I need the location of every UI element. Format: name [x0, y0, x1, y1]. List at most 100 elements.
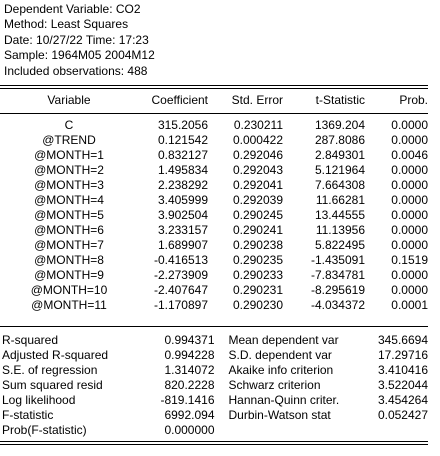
dependent-variable: Dependent Variable: CO2 — [4, 2, 141, 16]
std-error-value: 0.230211 — [233, 118, 283, 132]
t-statistic-value: 5.121964 — [314, 163, 365, 177]
table-row: @MONTH=7 1.689907 0.290238 5.822495 0.0000 — [0, 238, 428, 253]
stat-value: 820.2228 — [164, 378, 215, 392]
variable-name: @MONTH=9 — [34, 268, 104, 282]
stat-label: Schwarz criterion — [228, 378, 321, 392]
variable-name: @MONTH=2 — [34, 163, 104, 177]
variable-name: @MONTH=4 — [34, 193, 104, 207]
coefficient-value: 0.832127 — [157, 148, 208, 162]
std-error-value: 0.290241 — [232, 223, 283, 237]
stat-label: R-squared — [2, 333, 59, 347]
std-error-value: 0.290231 — [232, 283, 283, 297]
stat-label: Sum squared resid — [2, 378, 103, 392]
coefficient-value: -2.407647 — [153, 283, 208, 297]
stat-value: -819.1416 — [160, 393, 215, 407]
stat-label: Hannan-Quinn criter. — [228, 393, 340, 407]
stat-label: S.D. dependent var — [228, 348, 332, 362]
t-statistic-value: 5.822495 — [314, 238, 365, 252]
coefficient-value: 3.233157 — [157, 223, 208, 237]
prob-value: 0.0000 — [391, 238, 428, 252]
table-row: @MONTH=9 -2.273909 0.290233 -7.834781 0.0000 — [0, 268, 428, 283]
variable-name: @MONTH=10 — [30, 283, 108, 297]
stat-value: 0.994228 — [164, 348, 215, 362]
table-row: @MONTH=4 3.405999 0.292039 11.66281 0.0000 — [0, 193, 428, 208]
t-statistic-value: -4.034372 — [310, 298, 365, 312]
std-error-value: 0.290233 — [232, 268, 283, 282]
stat-label: Durbin-Watson stat — [228, 408, 331, 422]
prob-value: 0.0000 — [391, 268, 428, 282]
variable-name: @MONTH=3 — [34, 178, 104, 192]
std-error-value: 0.292043 — [232, 163, 283, 177]
table-row: @MONTH=2 1.495834 0.292043 5.121964 0.0000 — [0, 163, 428, 178]
stat-value: 0.994371 — [164, 333, 215, 347]
header-rule — [0, 113, 428, 114]
t-statistic-value: 2.849301 — [314, 148, 365, 162]
column-header-std-error: Std. Error — [231, 93, 283, 107]
stat-value: 345.6694 — [377, 333, 428, 347]
table-row: S.E. of regression 1.314072 Akaike info cr… — [0, 363, 428, 378]
stat-value: 3.410416 — [377, 363, 428, 377]
method: Method: Least Squares — [4, 17, 129, 32]
coefficient-value: 315.2056 — [157, 118, 208, 132]
table-row: F-statistic 6992.094 Durbin-Watson stat 0.0… — [0, 408, 428, 423]
table-row: @MONTH=3 2.238292 0.292041 7.664308 0.0000 — [0, 178, 428, 193]
table-row: @MONTH=6 3.233157 0.290241 11.13956 0.0000 — [0, 223, 428, 238]
prob-value: 0.0046 — [391, 148, 428, 162]
regression-output: Dependent Variable: CO2 Method: Least Sq… — [0, 0, 440, 456]
stat-value: 1.314072 — [164, 363, 215, 377]
coefficient-value: 2.238292 — [157, 178, 208, 192]
std-error-value: 0.292039 — [232, 193, 283, 207]
prob-value: 0.0000 — [391, 283, 428, 297]
table-row: @MONTH=8 -0.416513 0.290235 -1.435091 0.1519 — [0, 253, 428, 268]
stat-value: 3.522044 — [377, 378, 428, 392]
table-row: @TREND 0.121542 0.000422 287.8086 0.0000 — [0, 133, 428, 148]
top-double-rule — [0, 85, 428, 89]
coefficient-value: -0.416513 — [153, 253, 208, 267]
prob-value: 0.0000 — [391, 193, 428, 207]
variable-name: @MONTH=11 — [31, 298, 107, 312]
coefficient-table: Variable Coefficient Std. Error t-Statis… — [0, 90, 428, 313]
t-statistic-value: 7.664308 — [314, 178, 365, 192]
std-error-value: 0.290230 — [232, 298, 283, 312]
column-header-prob: Prob. — [399, 93, 428, 107]
t-statistic-value: -8.295619 — [310, 283, 365, 297]
stat-value: 0.052427 — [377, 408, 428, 422]
variable-name: @MONTH=6 — [34, 223, 104, 237]
t-statistic-value: 1369.204 — [314, 118, 365, 132]
prob-value: 0.0001 — [391, 298, 428, 312]
std-error-value: 0.000422 — [232, 133, 283, 147]
variable-name: C — [64, 118, 74, 132]
stat-label: Prob(F-statistic) — [2, 423, 87, 437]
included-observations: Included observations: 488 — [4, 63, 148, 78]
prob-value: 0.0000 — [391, 208, 428, 222]
prob-value: 0.0000 — [391, 133, 428, 147]
coefficient-value: 0.121542 — [157, 133, 208, 147]
t-statistic-value: 13.44555 — [314, 208, 365, 222]
variable-name: @MONTH=1 — [34, 148, 104, 162]
column-header-t-statistic: t-Statistic — [315, 93, 365, 107]
variable-name: @MONTH=8 — [34, 253, 104, 267]
column-header-coefficient: Coefficient — [151, 93, 208, 107]
coef-bottom-rule — [0, 326, 428, 327]
prob-value: 0.1519 — [391, 253, 428, 267]
table-row: R-squared 0.994371 Mean dependent var 345.6… — [0, 333, 428, 348]
table-row: @MONTH=5 3.902504 0.290245 13.44555 0.0000 — [0, 208, 428, 223]
stat-label: Mean dependent var — [228, 333, 339, 347]
coefficient-value: 1.689907 — [157, 238, 208, 252]
table-row: @MONTH=10 -2.407647 0.290231 -8.295619 0.000… — [0, 283, 428, 298]
table-row: @MONTH=11 -1.170897 0.290230 -4.034372 0.000… — [0, 298, 428, 313]
stat-value: 0.000000 — [164, 423, 215, 437]
coefficient-value: 1.495834 — [157, 163, 208, 177]
std-error-value: 0.290238 — [232, 238, 283, 252]
std-error-value: 0.292041 — [232, 178, 283, 192]
t-statistic-value: 11.66281 — [315, 193, 365, 207]
variable-name: @MONTH=7 — [34, 238, 104, 252]
stat-label: Adjusted R-squared — [2, 348, 109, 362]
t-statistic-value: 287.8086 — [314, 133, 365, 147]
coefficient-header-row: Variable Coefficient Std. Error t-Statis… — [0, 90, 428, 110]
date-time: Date: 10/27/22 Time: 17:23 — [4, 32, 149, 47]
stat-value — [367, 423, 428, 438]
stat-label — [215, 423, 367, 438]
table-row: Adjusted R-squared 0.994228 S.D. dependent… — [0, 348, 428, 363]
stat-value: 17.29716 — [377, 348, 428, 362]
